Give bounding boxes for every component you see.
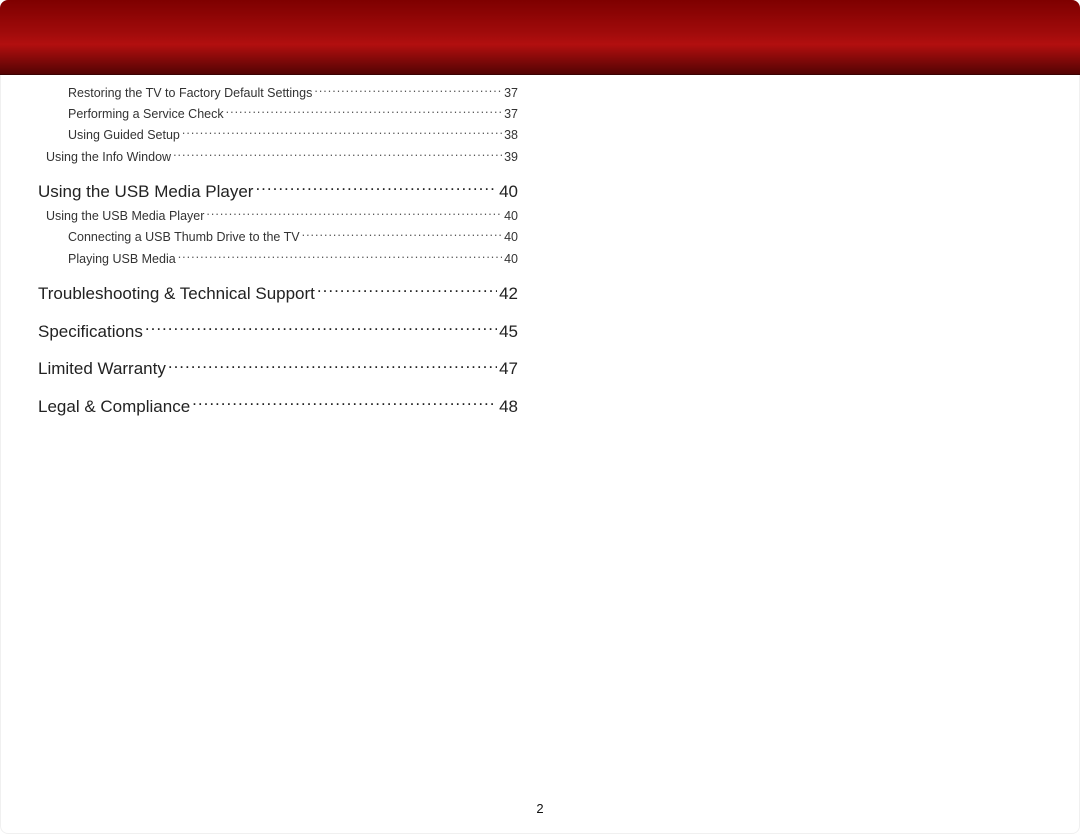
toc-leader — [178, 250, 502, 263]
toc-entry: Using the USB Media Player 40 — [46, 207, 518, 224]
toc-leader — [182, 127, 502, 140]
toc-entry: Specifications 45 — [38, 320, 518, 344]
document-page: Restoring the TV to Factory Default Sett… — [0, 0, 1080, 834]
toc-entry-page: 40 — [499, 181, 518, 204]
toc-entry: Using the USB Media Player 40 — [38, 180, 518, 204]
toc-entry-page: 47 — [499, 358, 518, 381]
toc-entry-title: Using the USB Media Player — [46, 208, 204, 225]
toc-entry-page: 40 — [504, 229, 518, 246]
toc-entry-title: Limited Warranty — [38, 358, 166, 381]
toc-entry: Playing USB Media 40 — [68, 250, 518, 267]
toc-entry-title: Using the Info Window — [46, 149, 171, 166]
toc-leader — [302, 229, 502, 242]
toc-entry-page: 45 — [499, 321, 518, 344]
toc-entry: Legal & Compliance 48 — [38, 395, 518, 419]
toc-entry: Restoring the TV to Factory Default Sett… — [68, 84, 518, 101]
toc-entry-title: Using Guided Setup — [68, 127, 180, 144]
toc-entry: Performing a Service Check 37 — [68, 105, 518, 122]
toc-entry-page: 38 — [504, 127, 518, 144]
toc-entry-page: 39 — [504, 149, 518, 166]
toc-entry-page: 48 — [499, 396, 518, 419]
toc-entry: Troubleshooting & Technical Support 42 — [38, 282, 518, 306]
toc-entry-title: Restoring the TV to Factory Default Sett… — [68, 85, 312, 102]
toc-entry: Limited Warranty 47 — [38, 357, 518, 381]
toc-entry-title: Playing USB Media — [68, 251, 176, 268]
toc-entry-title: Legal & Compliance — [38, 396, 190, 419]
toc-leader — [168, 357, 497, 374]
toc-entry-page: 40 — [504, 208, 518, 225]
toc-leader — [173, 148, 502, 161]
toc-entry-page: 37 — [504, 106, 518, 123]
toc-entry-title: Specifications — [38, 321, 143, 344]
toc-leader — [226, 105, 502, 118]
toc-entry-title: Troubleshooting & Technical Support — [38, 283, 315, 306]
toc-entry-title: Connecting a USB Thumb Drive to the TV — [68, 229, 300, 246]
toc-entry: Using the Info Window 39 — [46, 148, 518, 165]
toc-entry: Using Guided Setup 38 — [68, 127, 518, 144]
toc-leader — [206, 207, 502, 220]
toc-leader — [314, 84, 502, 97]
toc-entry-title: Using the USB Media Player — [38, 181, 253, 204]
toc-entry: Connecting a USB Thumb Drive to the TV 40 — [68, 229, 518, 246]
page-number: 2 — [0, 801, 1080, 816]
toc-entry-title: Performing a Service Check — [68, 106, 224, 123]
toc-entry-page: 42 — [499, 283, 518, 306]
toc-leader — [317, 282, 497, 299]
toc-leader — [255, 180, 497, 197]
toc-leader — [192, 395, 497, 412]
table-of-contents: Restoring the TV to Factory Default Sett… — [38, 84, 518, 419]
toc-entry-page: 40 — [504, 251, 518, 268]
header-band — [0, 0, 1080, 75]
toc-entry-page: 37 — [504, 85, 518, 102]
toc-leader — [145, 320, 497, 337]
